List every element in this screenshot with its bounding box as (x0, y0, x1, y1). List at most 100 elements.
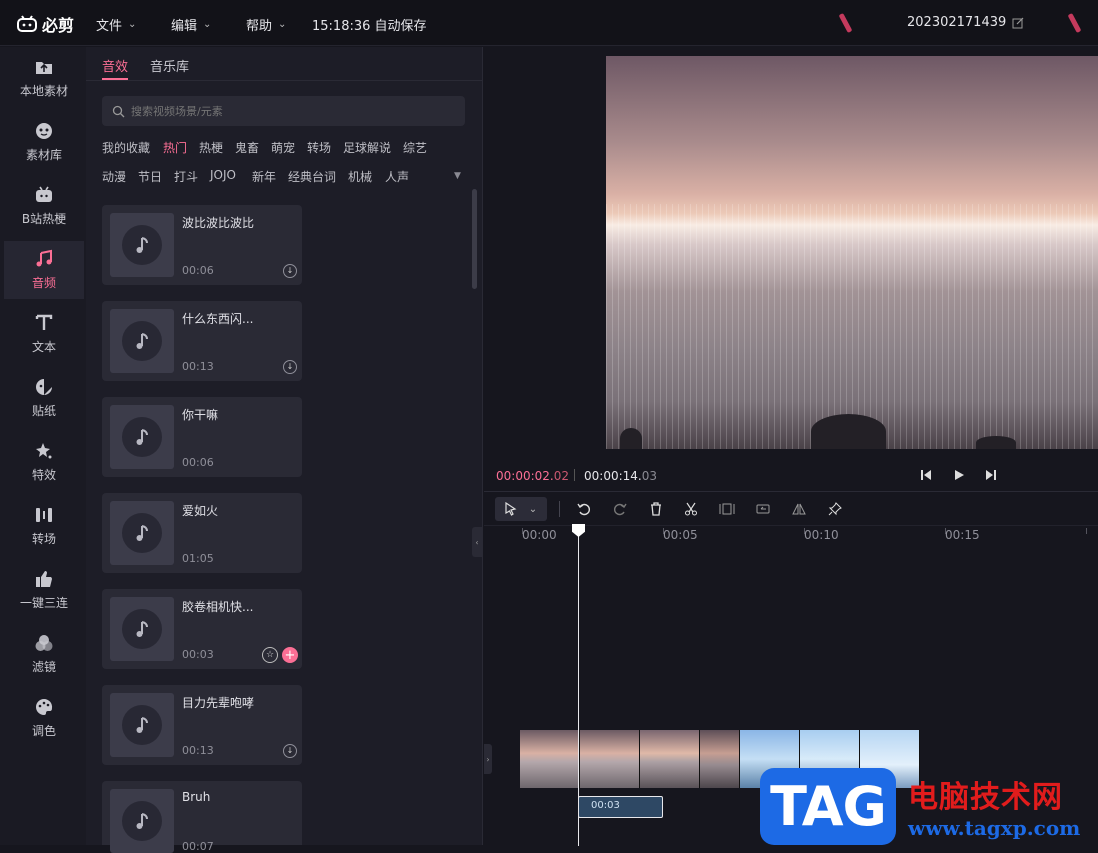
menu-help[interactable]: 帮助 ⌄ (246, 15, 286, 34)
category-voice[interactable]: 人声 (385, 168, 409, 185)
search-input[interactable] (131, 104, 431, 118)
redo-button[interactable] (611, 500, 629, 518)
nav-bilibili-memes[interactable]: B站热梗 (4, 177, 84, 235)
undo-button[interactable] (575, 500, 593, 518)
nav-label: 调色 (31, 724, 56, 738)
category-favorites[interactable]: 我的收藏 (102, 139, 150, 156)
category-memes[interactable]: 热梗 (199, 139, 223, 156)
sound-card[interactable]: Bruh 00:07 (102, 781, 302, 853)
nav-transition[interactable]: 转场 (4, 497, 84, 555)
nav-sticker[interactable]: 贴纸 (4, 369, 84, 427)
sound-thumbnail (110, 789, 174, 853)
sound-card[interactable]: 波比波比波比 00:06 ↓ (102, 205, 302, 285)
category-mechanical[interactable]: 机械 (348, 168, 372, 185)
category-festival[interactable]: 节日 (138, 168, 162, 185)
transition-icon (36, 508, 52, 522)
watermark-title: 电脑技术网 (908, 780, 1063, 815)
sound-card[interactable]: 你干嘛 00:06 (102, 397, 302, 477)
reverse-icon (756, 504, 770, 514)
project-name[interactable]: 202302171439 (907, 15, 1024, 30)
sound-duration: 00:13 (182, 360, 214, 373)
chevron-down-icon: ⌄ (528, 503, 538, 515)
tab-music-library[interactable]: 音乐库 (150, 56, 189, 75)
effect-star-icon (36, 443, 52, 459)
nav-triple-like[interactable]: 一键三连 (4, 561, 84, 619)
music-note-icon (136, 525, 148, 541)
nav-effects[interactable]: 特效 (4, 433, 84, 491)
delete-button[interactable] (647, 500, 665, 518)
category-transition[interactable]: 转场 (307, 139, 331, 156)
pin-button[interactable] (826, 500, 844, 518)
ruler-label: 00:00 (522, 528, 557, 542)
decor-slash (1067, 12, 1082, 34)
current-frame: 02 (553, 469, 569, 483)
nav-color-grade[interactable]: 调色 (4, 689, 84, 747)
collapse-panel-handle[interactable]: ‹ (472, 527, 482, 557)
sound-duration: 01:05 (182, 552, 214, 565)
video-frame (640, 730, 700, 788)
category-anime[interactable]: 动漫 (102, 168, 126, 185)
scrollbar[interactable] (472, 189, 477, 289)
favorite-star-icon[interactable]: ☆ (262, 647, 278, 663)
nav-audio[interactable]: 音频 (4, 241, 84, 299)
menu-file[interactable]: 文件 ⌄ (96, 15, 136, 34)
video-preview[interactable] (606, 56, 1098, 449)
category-football[interactable]: 足球解说 (343, 139, 391, 156)
menu-edit[interactable]: 编辑 ⌄ (171, 15, 211, 34)
reverse-button[interactable] (754, 500, 772, 518)
expand-categories-icon[interactable]: ▼ (454, 171, 461, 181)
sound-thumbnail (110, 405, 174, 469)
audio-clip[interactable]: 00:03 (578, 796, 663, 818)
category-variety[interactable]: 综艺 (403, 139, 427, 156)
sound-card[interactable]: 爱如火 01:05 (102, 493, 302, 573)
sound-title: Bruh (182, 790, 211, 804)
search-box[interactable] (102, 96, 465, 126)
mirror-button[interactable] (790, 500, 808, 518)
nav-material-library[interactable]: 素材库 (4, 113, 84, 171)
sound-duration: 00:06 (182, 264, 214, 277)
download-icon[interactable]: ↓ (283, 360, 297, 374)
filter-icon (35, 635, 53, 651)
nav-text[interactable]: 文本 (4, 305, 84, 363)
video-frame (520, 730, 580, 788)
category-guichu[interactable]: 鬼畜 (235, 139, 259, 156)
freeze-frame-icon (719, 503, 735, 515)
sound-thumbnail (110, 693, 174, 757)
add-to-track-icon[interactable]: + (282, 647, 298, 663)
silhouette (620, 428, 642, 449)
category-fight[interactable]: 打斗 (174, 168, 198, 185)
sound-card[interactable]: 胶卷相机快... 00:03 ☆ + (102, 589, 302, 669)
split-button[interactable] (682, 500, 700, 518)
nav-filter[interactable]: 滤镜 (4, 625, 84, 683)
play-icon (955, 470, 964, 480)
download-icon[interactable]: ↓ (283, 264, 297, 278)
select-tool-dropdown[interactable]: ⌄ (495, 497, 547, 521)
previous-frame-button[interactable] (917, 466, 935, 484)
sound-panel: 音效 音乐库 我的收藏 热门 热梗 鬼畜 萌宠 转场 足球解说 综艺 动漫 节日… (86, 47, 483, 853)
nav-label: 文本 (31, 340, 56, 354)
tab-sound-effects[interactable]: 音效 (102, 56, 128, 75)
category-classic-lines[interactable]: 经典台词 (288, 168, 336, 185)
category-jojo[interactable]: JOJO (210, 168, 236, 182)
total-time: 00:00:14. (584, 469, 642, 483)
freeze-frame-button[interactable] (718, 500, 736, 518)
ruler-label: 00:10 (804, 528, 839, 542)
current-time: 00:00:02. (496, 469, 554, 483)
video-frame (700, 730, 740, 788)
category-new-year[interactable]: 新年 (252, 168, 276, 185)
project-name-text: 202302171439 (907, 15, 1007, 30)
expand-track-handle[interactable]: › (484, 744, 492, 774)
nav-local-media[interactable]: 本地素材 (4, 49, 84, 107)
category-pets[interactable]: 萌宠 (271, 139, 295, 156)
text-icon (35, 314, 53, 330)
edit-icon[interactable] (1012, 17, 1024, 29)
category-hot[interactable]: 热门 (163, 139, 187, 156)
sound-duration: 00:07 (182, 840, 214, 853)
sound-card[interactable]: 目力先辈咆哮 00:13 ↓ (102, 685, 302, 765)
sound-card[interactable]: 什么东西闪... 00:13 ↓ (102, 301, 302, 381)
next-frame-button[interactable] (982, 466, 1000, 484)
total-frame: 03 (641, 469, 657, 483)
download-icon[interactable]: ↓ (283, 744, 297, 758)
play-button[interactable] (950, 466, 968, 484)
sound-title: 胶卷相机快... (182, 600, 254, 614)
